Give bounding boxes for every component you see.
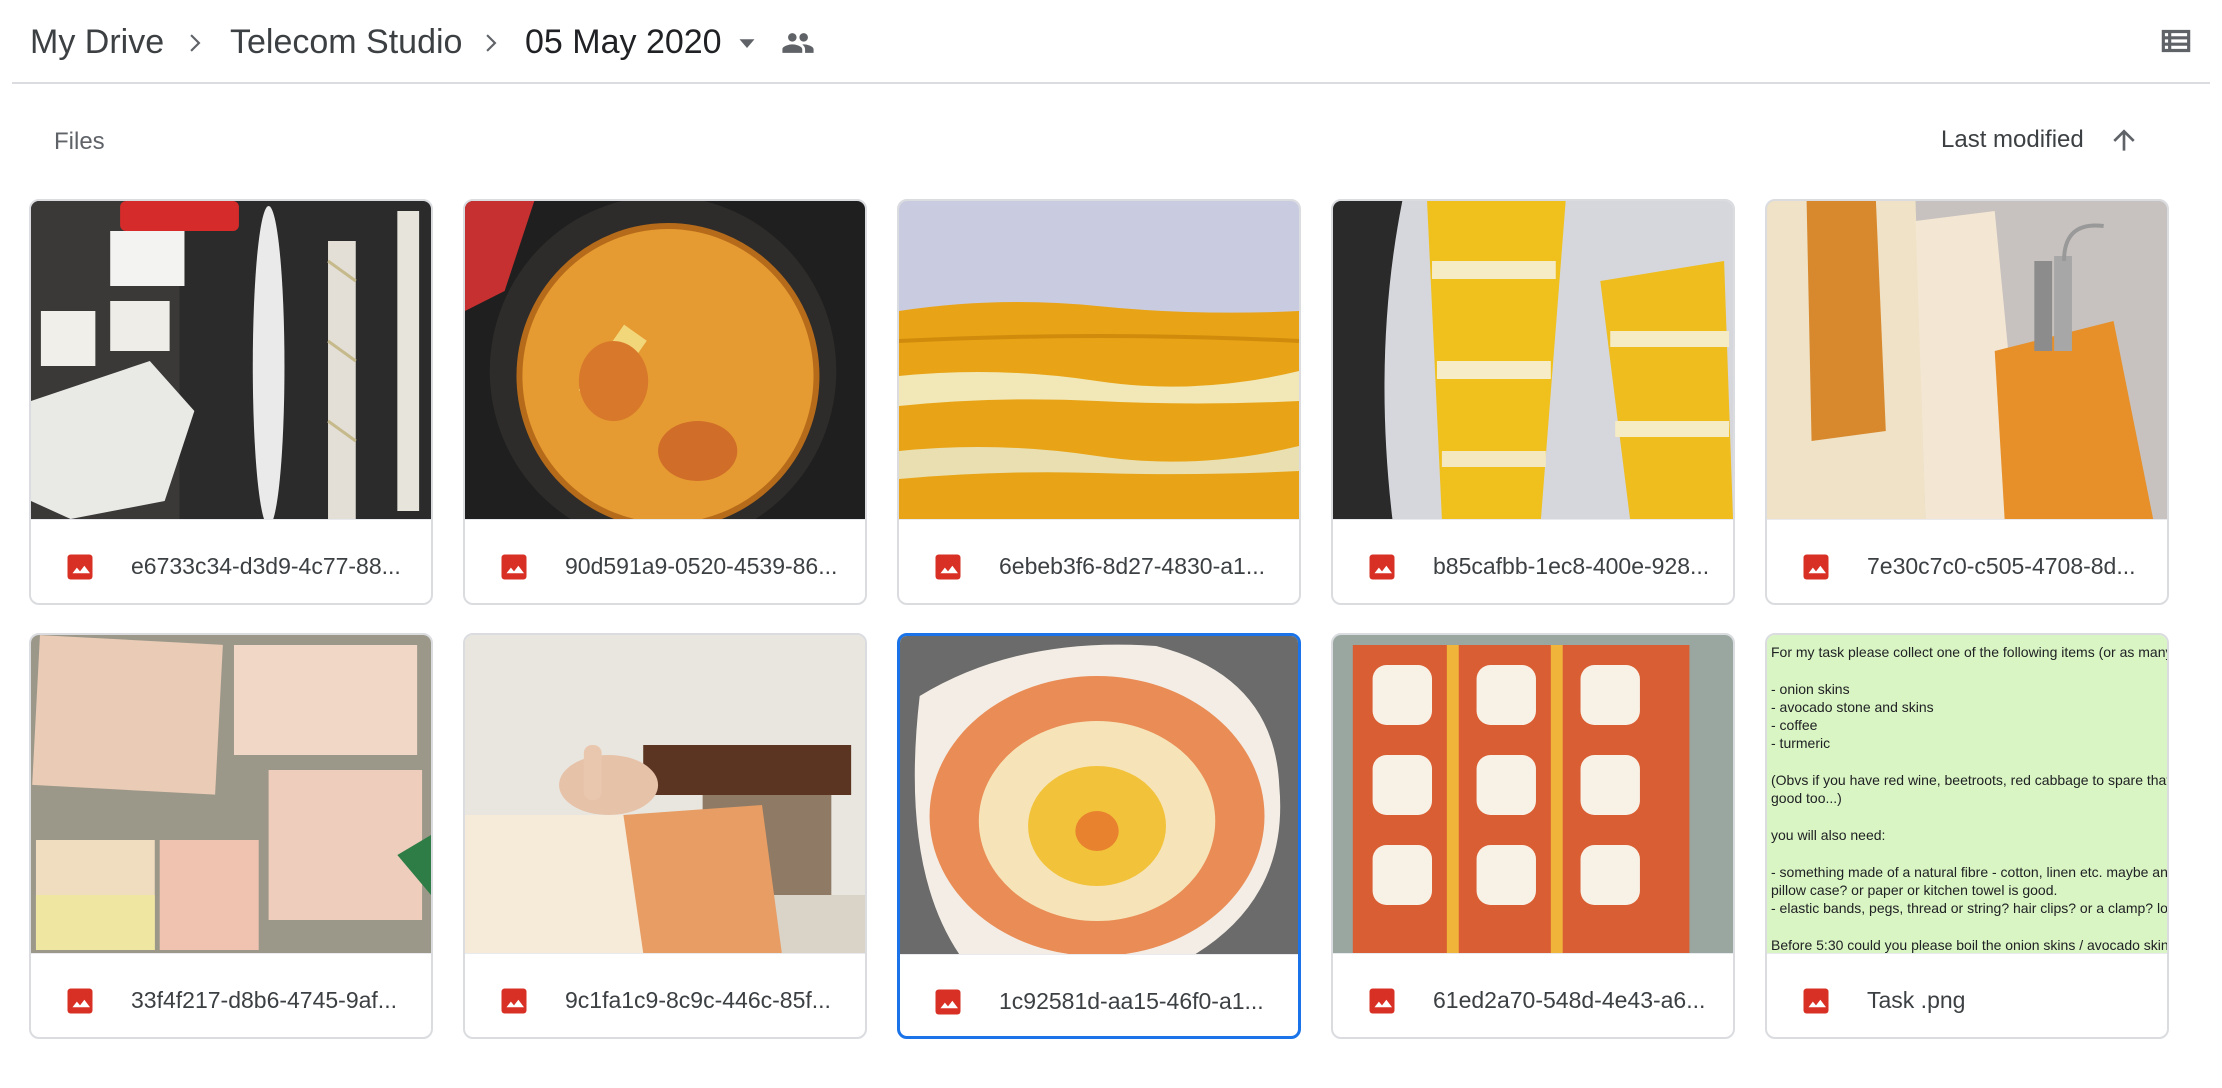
people-icon[interactable] bbox=[781, 26, 815, 60]
file-card[interactable]: 7e30c7c0-c505-4708-8d... bbox=[1765, 199, 2169, 605]
file-caption: 6ebeb3f6-8d27-4830-a1... bbox=[899, 520, 1299, 603]
file-caption: Task .png bbox=[1767, 954, 2167, 1037]
file-thumbnail bbox=[899, 201, 1299, 520]
file-card-selected[interactable]: 1c92581d-aa15-46f0-a1... bbox=[897, 633, 1301, 1039]
task-note-line bbox=[1771, 661, 2167, 679]
task-note-text: For my task please collect one of the fo… bbox=[1771, 643, 2167, 953]
chevron-right-icon bbox=[181, 30, 207, 56]
file-card[interactable]: 90d591a9-0520-4539-86... bbox=[463, 199, 867, 605]
file-thumbnail bbox=[900, 636, 1298, 955]
image-file-icon bbox=[65, 986, 95, 1016]
file-caption: 9c1fa1c9-8c9c-446c-85f... bbox=[465, 954, 865, 1037]
image-file-icon bbox=[1367, 552, 1397, 582]
file-name: 61ed2a70-548d-4e43-a6... bbox=[1433, 987, 1706, 1013]
task-note-line: - coffee bbox=[1771, 717, 1818, 734]
file-card[interactable]: For my task please collect one of the fo… bbox=[1765, 633, 2169, 1039]
breadcrumb-current-folder[interactable]: 05 May 2020 bbox=[525, 20, 722, 64]
file-caption: 33f4f217-d8b6-4745-9af... bbox=[31, 954, 431, 1037]
task-note-line: good too...) bbox=[1771, 790, 1842, 807]
file-caption: 7e30c7c0-c505-4708-8d... bbox=[1767, 520, 2167, 603]
task-note-line: - avocado stone and skins bbox=[1771, 698, 1934, 715]
arrow-upward-icon[interactable] bbox=[2108, 124, 2140, 156]
task-note-line bbox=[1771, 844, 2167, 862]
file-name: 33f4f217-d8b6-4745-9af... bbox=[131, 987, 397, 1013]
image-file-icon bbox=[499, 986, 529, 1016]
file-card[interactable]: 33f4f217-d8b6-4745-9af... bbox=[29, 633, 433, 1039]
file-thumbnail bbox=[1767, 201, 2167, 520]
files-section-label: Files bbox=[54, 128, 105, 155]
file-caption: 61ed2a70-548d-4e43-a6... bbox=[1333, 954, 1733, 1037]
file-thumbnail bbox=[1333, 635, 1733, 954]
task-note-line bbox=[1771, 808, 2167, 826]
file-thumbnail bbox=[465, 635, 865, 954]
breadcrumb-my-drive[interactable]: My Drive bbox=[30, 20, 164, 64]
file-name: 6ebeb3f6-8d27-4830-a1... bbox=[999, 553, 1265, 579]
file-card[interactable]: 61ed2a70-548d-4e43-a6... bbox=[1331, 633, 1735, 1039]
sort-by-last-modified[interactable]: Last modified bbox=[1941, 126, 2084, 154]
file-name: 7e30c7c0-c505-4708-8d... bbox=[1867, 553, 2136, 579]
file-name: b85cafbb-1ec8-400e-928... bbox=[1433, 553, 1710, 579]
file-caption: 90d591a9-0520-4539-86... bbox=[465, 520, 865, 603]
list-view-icon[interactable] bbox=[2157, 22, 2195, 60]
file-thumbnail: For my task please collect one of the fo… bbox=[1767, 635, 2167, 954]
file-caption: e6733c34-d3d9-4c77-88... bbox=[31, 520, 431, 603]
image-file-icon bbox=[1367, 986, 1397, 1016]
file-name: Task .png bbox=[1867, 987, 1966, 1013]
task-note-line: - onion skins bbox=[1771, 680, 1850, 697]
task-note-line: - elastic bands, pegs, thread or string?… bbox=[1771, 900, 2167, 917]
file-name: e6733c34-d3d9-4c77-88... bbox=[131, 553, 401, 579]
file-card[interactable]: 6ebeb3f6-8d27-4830-a1... bbox=[897, 199, 1301, 605]
drive-header: My Drive Telecom Studio 05 May 2020 bbox=[12, 0, 2210, 84]
task-note-line bbox=[1771, 753, 2167, 771]
file-caption: 1c92581d-aa15-46f0-a1... bbox=[900, 955, 1298, 1036]
image-file-icon bbox=[65, 552, 95, 582]
task-note-line: (Obvs if you have red wine, beetroots, r… bbox=[1771, 772, 2167, 789]
task-note-line: you will also need: bbox=[1771, 826, 1886, 843]
file-card[interactable]: b85cafbb-1ec8-400e-928... bbox=[1331, 199, 1735, 605]
image-file-icon bbox=[1801, 552, 1831, 582]
file-card[interactable]: 9c1fa1c9-8c9c-446c-85f... bbox=[463, 633, 867, 1039]
file-thumbnail bbox=[31, 201, 431, 520]
task-note-line: pillow case? or paper or kitchen towel i… bbox=[1771, 881, 2058, 898]
image-file-icon bbox=[1801, 986, 1831, 1016]
task-note-line bbox=[1771, 917, 2167, 935]
file-name: 90d591a9-0520-4539-86... bbox=[565, 553, 838, 579]
image-file-icon bbox=[499, 552, 529, 582]
task-note-line: - turmeric bbox=[1771, 735, 1831, 752]
breadcrumb-telecom-studio[interactable]: Telecom Studio bbox=[230, 20, 462, 64]
file-name: 1c92581d-aa15-46f0-a1... bbox=[999, 988, 1264, 1014]
file-caption: b85cafbb-1ec8-400e-928... bbox=[1333, 520, 1733, 603]
image-file-icon bbox=[933, 987, 963, 1017]
task-note-line: For my task please collect one of the fo… bbox=[1771, 644, 2167, 660]
file-thumbnail bbox=[31, 635, 431, 954]
caret-down-icon[interactable] bbox=[732, 28, 762, 58]
file-card[interactable]: e6733c34-d3d9-4c77-88... bbox=[29, 199, 433, 605]
file-thumbnail bbox=[465, 201, 865, 520]
file-thumbnail bbox=[1333, 201, 1733, 520]
chevron-right-icon bbox=[477, 30, 503, 56]
file-name: 9c1fa1c9-8c9c-446c-85f... bbox=[565, 987, 831, 1013]
task-note-line: Before 5:30 could you please boil the on… bbox=[1771, 936, 2167, 953]
task-note-line: - something made of a natural fibre - co… bbox=[1771, 863, 2167, 880]
image-file-icon bbox=[933, 552, 963, 582]
